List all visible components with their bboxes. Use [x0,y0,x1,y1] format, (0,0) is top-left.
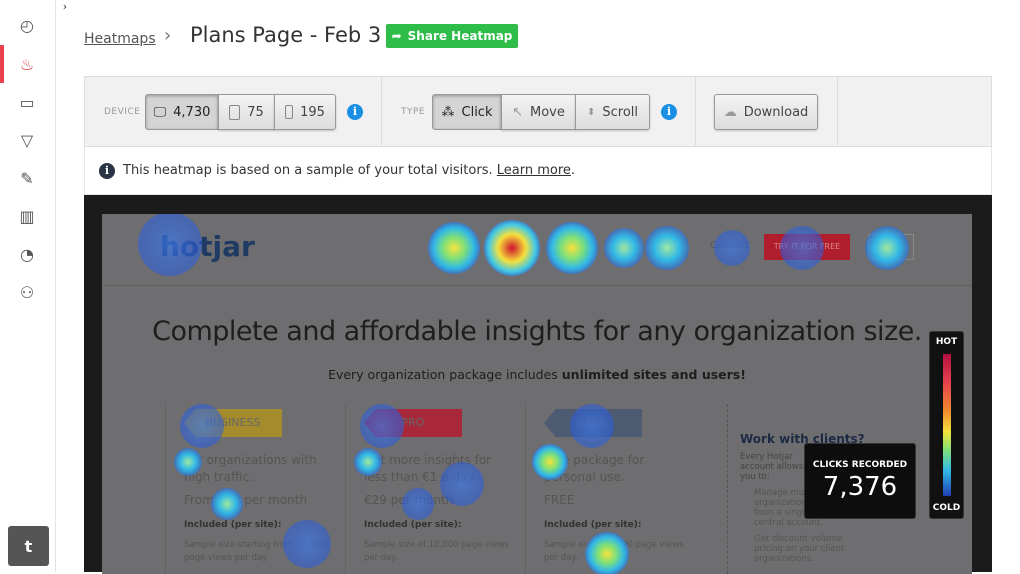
desktop-icon: 🖵 [153,104,167,120]
recordings-camera-icon[interactable]: ▭ [14,89,40,115]
divider [381,77,382,146]
plan-desc: Free package for personal use. [544,453,645,484]
plan-business: BUSINESS For organizations with high tra… [165,404,335,574]
plan-tag: BUSINESS [184,409,282,437]
heatmap-flame-icon[interactable]: ♨ [14,51,40,77]
device-desktop-button[interactable]: 🖵 4,730 [145,94,219,130]
type-scroll-button[interactable]: ⬍ Scroll [575,94,650,130]
preview-headline: Complete and affordable insights for any… [152,316,922,347]
info-icon: i [99,162,115,179]
plan-pro: PRO Get more insights for less than €1 a… [345,404,515,574]
type-label: TYPE [401,107,426,117]
tablet-count: 75 [247,104,264,120]
plan-detail: Sample size starting from 20,000 page vi… [184,540,326,563]
plan-included: Included (per site): [544,520,642,530]
forms-edit-icon[interactable]: ✎ [14,165,40,191]
analytics-pie-icon[interactable]: ◔ [14,241,40,267]
desktop-count: 4,730 [173,104,211,120]
clicks-value: 7,376 [822,472,898,502]
plan-desc: For organizations with high traffic. [184,453,317,484]
tablet-icon [229,104,241,120]
notice-period: . [570,163,576,178]
share-arrow-icon: ➦ [391,29,402,43]
sidebar: ◴ ♨ ▭ ▽ ✎ ▥ ◔ ⚇ t [0,0,56,572]
page-title: Plans Page - Feb 3 [190,23,382,47]
heatmap-toolbar: DEVICE 🖵 4,730 75 195 i TYPE ⁂ Click ↖ Move… [84,76,992,147]
heatmap-viewport[interactable]: hotjar Contact TRY IT FOR FREE Complete … [84,195,992,574]
breadcrumb-heatmaps[interactable]: Heatmaps [84,31,156,47]
login-button [868,234,914,260]
click-label: Click [461,104,493,120]
active-indicator [0,45,4,83]
phone-count: 195 [300,104,325,120]
nav-contact: Contact [710,240,749,251]
plan-price: From €89 per month [184,493,307,507]
sub-bold: unlimited sites and users! [561,367,746,382]
polls-chart-icon[interactable]: ▥ [14,203,40,229]
legend-hot: HOT [935,337,958,347]
plan-desc: Get more insights for less than €1 a day… [364,453,492,484]
click-cursor-icon: ⁂ [441,104,455,120]
legend-cold: COLD [932,503,961,513]
share-heatmap-button[interactable]: ➦ Share Heatmap [386,24,518,48]
device-info-icon[interactable]: i [347,104,363,120]
scroll-label: Scroll [602,104,639,120]
heatmap-page-preview: hotjar Contact TRY IT FOR FREE Complete … [102,214,972,574]
plan-tag: BASIC [544,409,642,437]
learn-more-link[interactable]: Learn more [497,163,571,178]
legend-gradient [943,354,951,496]
type-click-button[interactable]: ⁂ Click [432,94,502,130]
plan-detail: Sample size of 10,000 page views per day… [364,540,510,563]
clicks-recorded-badge: CLICKS RECORDED 7,376 [804,443,916,519]
divider [695,77,696,146]
plan-detail: Sample size of 2,000 page views per day. [544,540,684,563]
clicks-label: CLICKS RECORDED [812,460,908,470]
plan-price: FREE [544,493,575,507]
share-label: Share Heatmap [407,29,513,43]
device-label: DEVICE [104,107,141,117]
sample-notice: i This heatmap is based on a sample of y… [84,147,992,195]
sidebar-toggle-chevron-icon[interactable]: › [57,0,73,16]
plan-tag: PRO [364,409,462,437]
hotjar-logo: hotjar [160,230,255,263]
preview-subheadline: Every organization package includes unli… [102,367,972,382]
type-info-icon[interactable]: i [661,104,677,120]
phone-icon [285,105,294,119]
move-cursor-icon: ↖ [512,104,524,120]
funnel-icon[interactable]: ▽ [14,127,40,153]
cloud-download-icon: ☁ [723,104,737,120]
clients-item: Get discount volume pricing on your clie… [754,534,845,564]
notice-text: This heatmap is based on a sample of you… [123,163,493,178]
user-icon[interactable]: ⚇ [14,279,40,305]
download-button[interactable]: ☁ Download [714,94,818,130]
download-label: Download [743,104,809,120]
breadcrumb-chevron-icon: › [164,25,172,46]
type-move-button[interactable]: ↖ Move [501,94,576,130]
plan-included: Included (per site): [184,520,282,530]
plan-included: Included (per site): [364,520,462,530]
scroll-arrows-icon: ⬍ [586,106,596,118]
plan-price: €29 per month [364,493,454,507]
device-tablet-button[interactable]: 75 [218,94,275,130]
plan-basic: BASIC Free package for personal use. FRE… [525,404,695,574]
preview-header: hotjar Contact TRY IT FOR FREE [102,214,972,286]
heat-legend: HOT COLD [929,331,964,519]
dashboard-icon[interactable]: ◴ [14,12,40,38]
try-free-button: TRY IT FOR FREE [764,234,850,260]
divider [837,77,838,146]
move-label: Move [530,104,565,120]
device-phone-button[interactable]: 195 [274,94,336,130]
twitter-icon[interactable]: t [8,526,49,566]
sub-prefix: Every organization package includes [328,367,562,382]
